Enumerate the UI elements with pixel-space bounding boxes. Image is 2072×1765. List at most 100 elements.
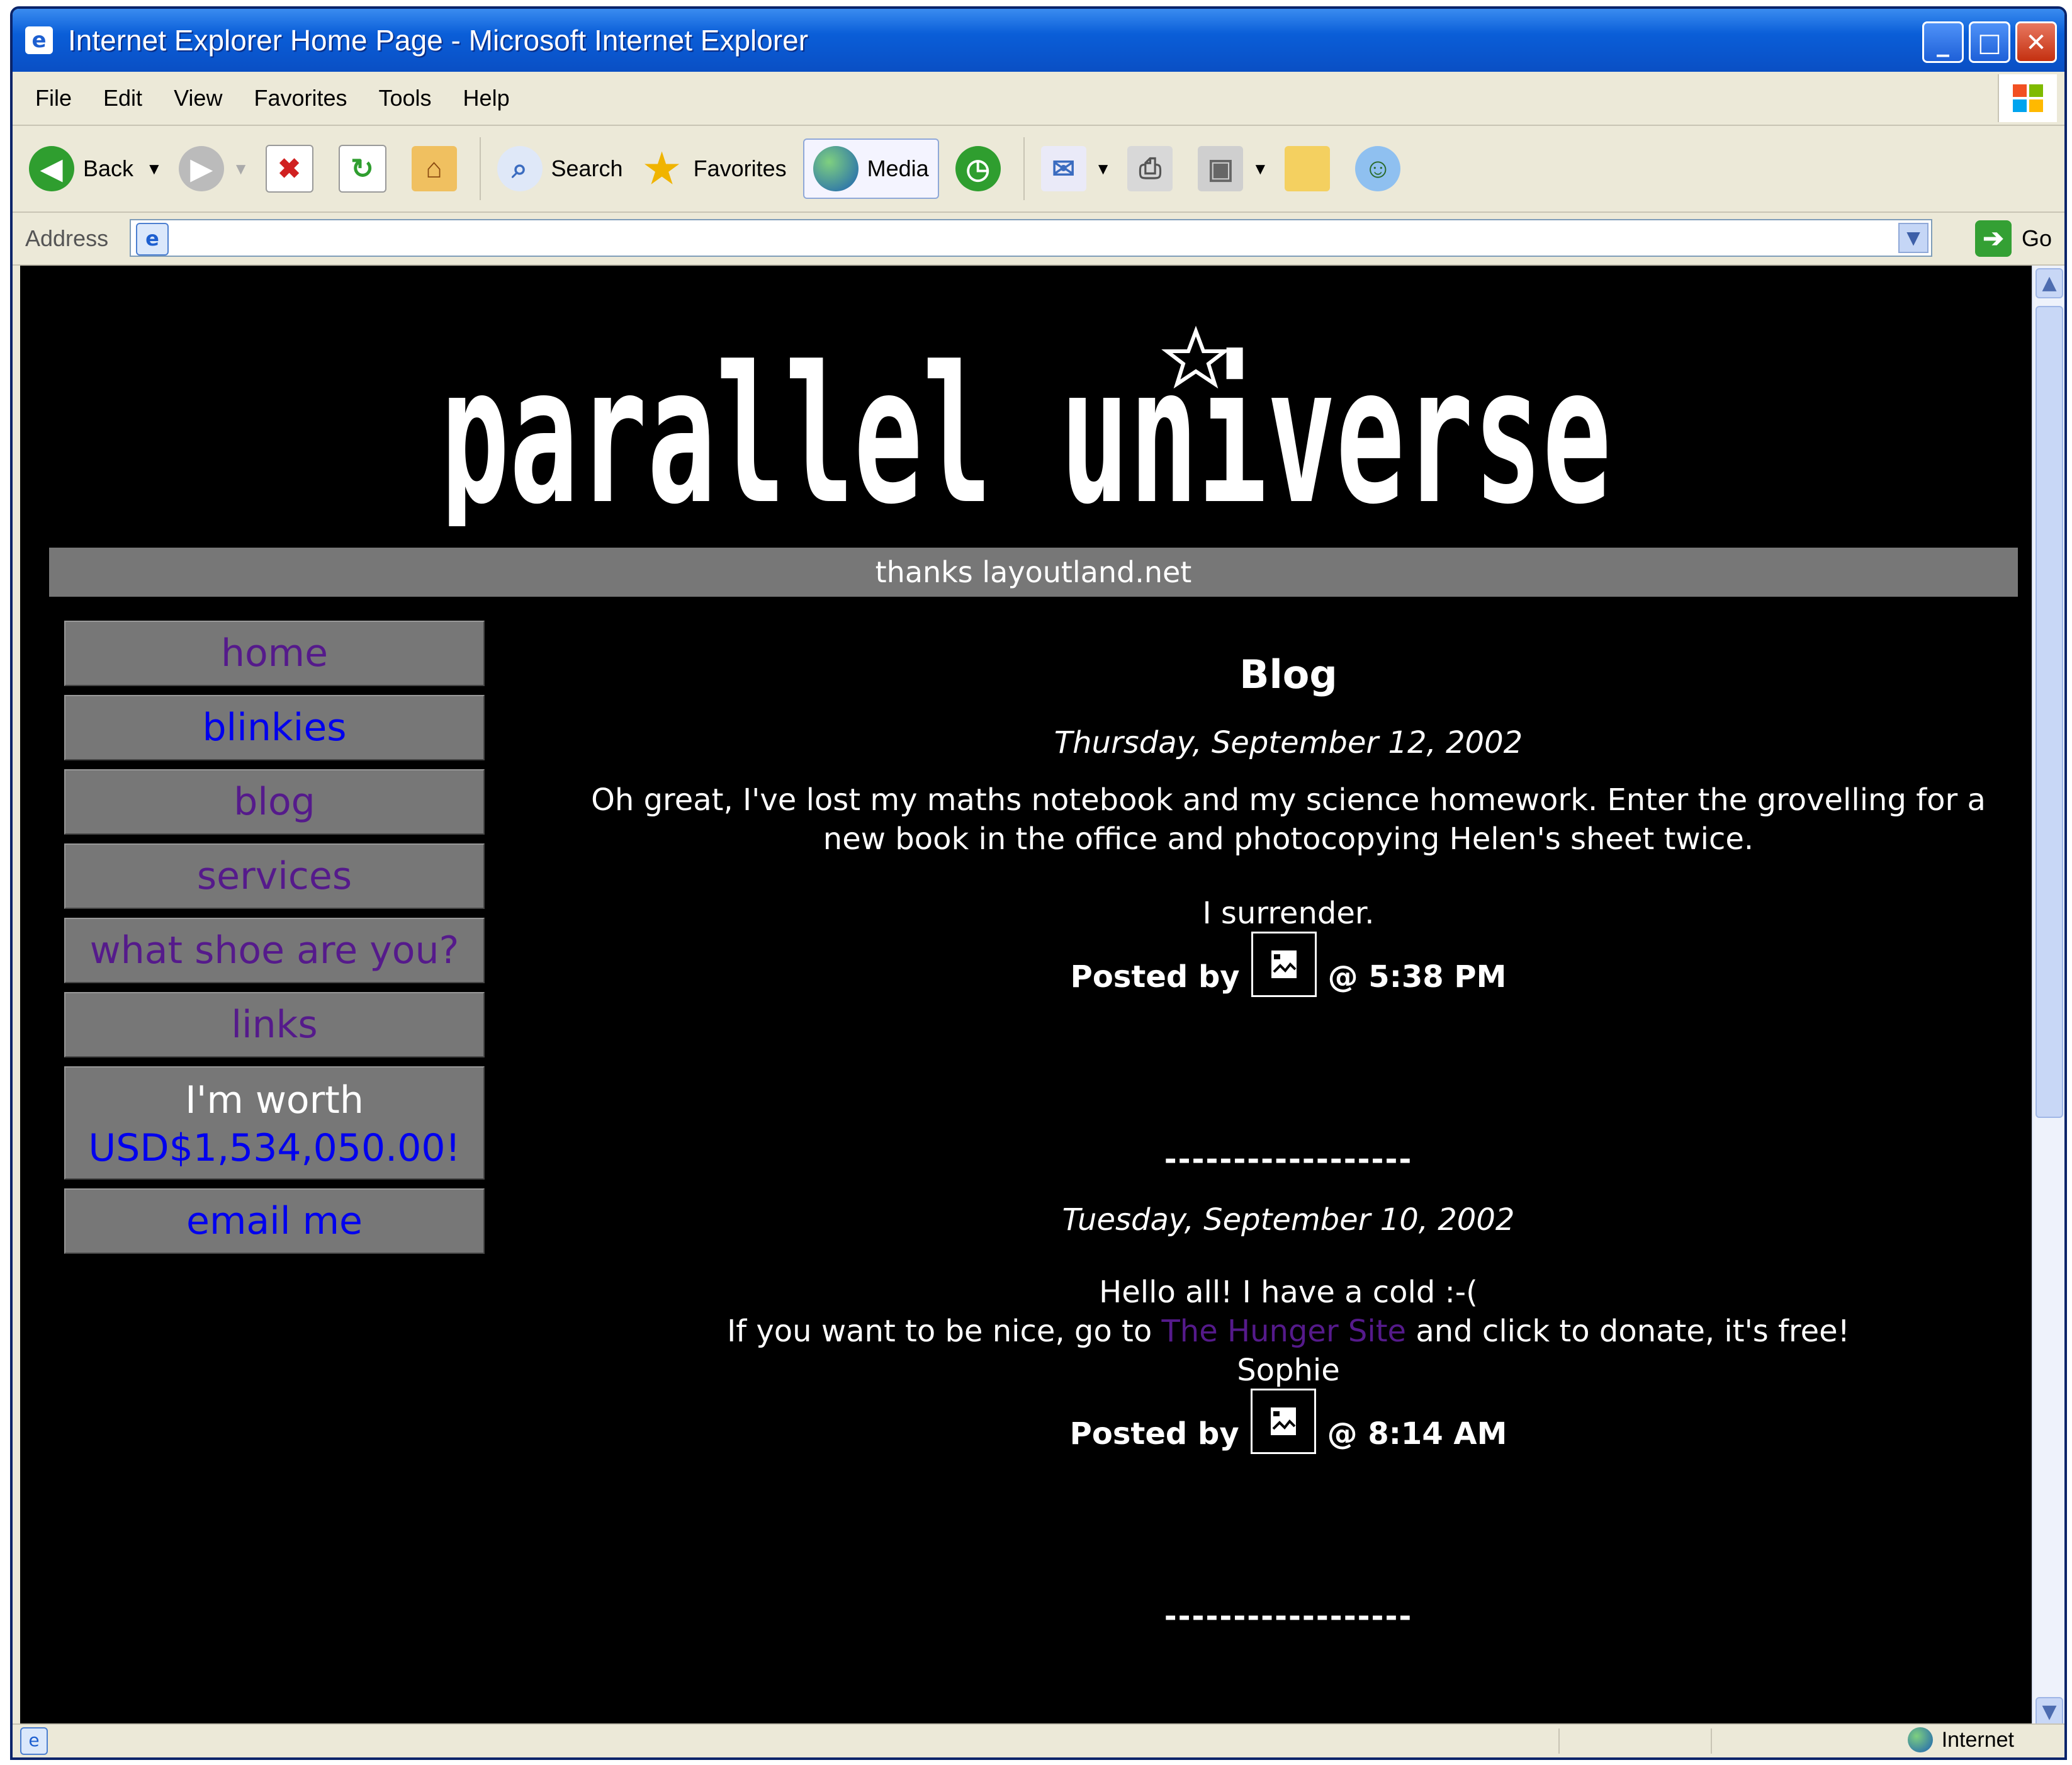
refresh-button[interactable]: ↻ (338, 145, 395, 193)
windows-logo-icon (1998, 74, 2057, 122)
credit-bar: thanks layoutland.net (49, 548, 2018, 597)
menu-view[interactable]: View (174, 85, 222, 111)
maximize-button[interactable]: □ (1969, 21, 2010, 63)
window-title: Internet Explorer Home Page - Microsoft … (68, 24, 809, 57)
blog-main: Blog Thursday, September 12, 2002 Oh gre… (555, 643, 2022, 1659)
post-body: Hello all! I have a cold :-( (1099, 1275, 1478, 1310)
post-divider: ------------------ (1164, 1142, 1413, 1177)
home-button[interactable]: ⌂ (411, 146, 466, 191)
edit-icon: ▣ (1198, 146, 1244, 191)
mail-dropdown-icon[interactable]: ▼ (1095, 159, 1112, 179)
print-icon: ⎙ (1127, 146, 1173, 191)
address-label: Address (25, 225, 109, 251)
internet-globe-icon (1907, 1727, 1933, 1752)
scroll-thumb[interactable] (2035, 306, 2063, 1118)
post-footer: Posted by @ 5:38 PM (555, 932, 2022, 1010)
blog-title: Blog (1239, 651, 1337, 697)
post-text: If you want to be nice, go to (727, 1314, 1152, 1349)
toolbar-separator (1023, 137, 1025, 200)
posted-by-label: Posted by (1070, 959, 1240, 995)
search-button[interactable]: ⌕ Search (497, 146, 623, 191)
address-bar: Address e ▼ ➔ Go (13, 213, 2064, 266)
standard-toolbar: ◀ Back ▼ ▶ ▼ ✖ ↻ ⌂ ⌕ Search ★ Favorites … (13, 126, 2064, 213)
scroll-up-icon[interactable]: ▲ (2035, 268, 2063, 298)
close-button[interactable]: ✕ (2015, 21, 2057, 63)
post-divider: ------------------ (1164, 1599, 1413, 1634)
home-icon: ⌂ (411, 146, 457, 191)
hunger-site-link[interactable]: The Hunger Site (1161, 1314, 1406, 1349)
minimize-button[interactable]: _ (1922, 21, 1964, 63)
post-footer: Posted by @ 8:14 AM (555, 1389, 2022, 1467)
nav-email[interactable]: email me (64, 1188, 485, 1254)
page-status-icon: e (20, 1727, 48, 1755)
edit-button[interactable]: ▣ ▼ (1198, 146, 1268, 191)
discuss-button[interactable] (1285, 146, 1339, 191)
post-body: If you want to be nice, go to The Hunger… (555, 1312, 2022, 1351)
nav-home[interactable]: home (64, 621, 485, 686)
nav-what-shoe[interactable]: what shoe are you? (64, 918, 485, 983)
mail-icon: ✉ (1040, 146, 1086, 191)
broken-image-icon (1251, 932, 1317, 997)
zone-label: Internet (1941, 1727, 2014, 1752)
post-date: Tuesday, September 10, 2002 (1062, 1202, 1515, 1238)
address-dropdown-icon[interactable]: ▼ (1898, 223, 1928, 253)
back-arrow-icon: ◀ (29, 146, 74, 191)
media-button[interactable]: Media (802, 138, 939, 199)
menu-tools[interactable]: Tools (379, 85, 432, 111)
menu-file[interactable]: File (35, 85, 72, 111)
menu-edit[interactable]: Edit (103, 85, 142, 111)
go-arrow-icon: ➔ (1974, 220, 2012, 257)
posted-by-label: Posted by (1069, 1416, 1239, 1452)
post-time: @ 8:14 AM (1327, 1416, 1507, 1452)
worth-label: I'm worth (185, 1078, 364, 1122)
ie-icon: e (25, 26, 53, 54)
site-logo: parallel universe (20, 319, 2032, 546)
favorites-button[interactable]: ★ Favorites (639, 146, 787, 191)
post-time: @ 5:38 PM (1327, 959, 1507, 995)
favorites-label: Favorites (693, 155, 787, 181)
forward-button[interactable]: ▶ ▼ (178, 146, 249, 191)
history-button[interactable]: ◷ (955, 146, 1010, 191)
back-label: Back (83, 155, 134, 181)
go-label: Go (2021, 225, 2052, 251)
forward-arrow-icon: ▶ (178, 146, 224, 191)
mail-button[interactable]: ✉ ▼ (1040, 146, 1112, 191)
forward-dropdown-icon[interactable]: ▼ (233, 159, 249, 179)
back-dropdown-icon[interactable]: ▼ (146, 159, 162, 179)
note-icon (1285, 146, 1331, 191)
media-label: Media (867, 155, 929, 181)
nav-services[interactable]: services (64, 843, 485, 909)
browser-window: e Internet Explorer Home Page - Microsof… (10, 6, 2067, 1760)
refresh-icon: ↻ (338, 145, 386, 193)
nav-links[interactable]: links (64, 992, 485, 1057)
status-panels (1558, 1728, 1712, 1754)
page-icon: e (136, 223, 169, 256)
messenger-people-icon: ☺ (1355, 146, 1401, 191)
post-body: I surrender. (1202, 896, 1375, 931)
print-button[interactable]: ⎙ (1127, 146, 1181, 191)
scroll-down-icon[interactable]: ▼ (2035, 1697, 2063, 1727)
back-button[interactable]: ◀ Back ▼ (29, 146, 162, 191)
page-content: parallel universe thanks layoutland.net … (20, 266, 2032, 1730)
messenger-button[interactable]: ☺ (1355, 146, 1409, 191)
toolbar-separator (479, 137, 481, 200)
worth-link[interactable]: USD$1,534,050.00! (65, 1124, 483, 1172)
address-input[interactable]: e ▼ (130, 219, 1932, 257)
broken-image-icon (1250, 1389, 1316, 1454)
stop-button[interactable]: ✖ (265, 145, 322, 193)
search-icon: ⌕ (497, 146, 543, 191)
stop-icon: ✖ (265, 145, 313, 193)
menu-help[interactable]: Help (463, 85, 510, 111)
nav-blog[interactable]: blog (64, 769, 485, 835)
post-text: and click to donate, it's free! (1416, 1314, 1850, 1349)
nav-blinkies[interactable]: blinkies (64, 695, 485, 760)
worth-box: I'm worth USD$1,534,050.00! (64, 1066, 485, 1180)
menu-bar: File Edit View Favorites Tools Help (13, 72, 2064, 126)
edit-dropdown-icon[interactable]: ▼ (1252, 159, 1268, 179)
site-nav: home blinkies blog services what shoe ar… (64, 621, 485, 1263)
menu-favorites[interactable]: Favorites (254, 85, 347, 111)
title-bar[interactable]: e Internet Explorer Home Page - Microsof… (13, 9, 2064, 72)
vertical-scrollbar[interactable]: ▲ ▼ (2032, 266, 2064, 1730)
favorites-star-icon: ★ (643, 145, 680, 191)
go-button[interactable]: ➔ Go (1974, 220, 2052, 257)
